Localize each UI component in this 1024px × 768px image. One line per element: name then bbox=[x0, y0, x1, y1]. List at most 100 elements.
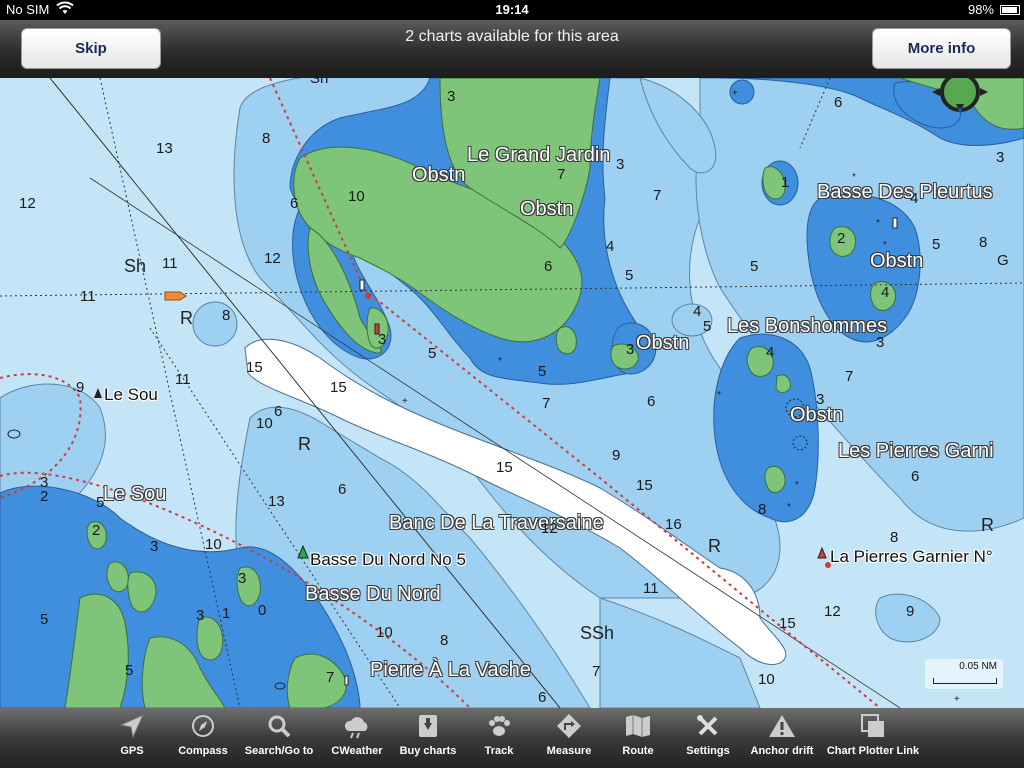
map-route-icon bbox=[624, 708, 652, 744]
depth-sounding: G bbox=[997, 252, 1009, 269]
measure-icon bbox=[556, 708, 582, 744]
depth-sounding: 12 bbox=[264, 250, 281, 267]
route-button[interactable]: Route bbox=[618, 708, 658, 768]
seabed-label: SSh bbox=[580, 623, 615, 643]
depth-sounding: 7 bbox=[326, 669, 335, 686]
depth-sounding: 6 bbox=[544, 258, 553, 275]
depth-sounding: 7 bbox=[592, 663, 601, 680]
skip-button[interactable]: Skip bbox=[21, 28, 161, 69]
buoy-label-le-sou: Le Sou bbox=[104, 385, 158, 404]
obstruction-label: Obstn bbox=[636, 332, 690, 354]
place-label-le-grand-jardin: Le Grand Jardin bbox=[467, 144, 611, 166]
depth-sounding: 3 bbox=[616, 156, 625, 173]
buoy-label-la-pierres-garnier: La Pierres Garnier N° bbox=[830, 547, 993, 566]
depth-sounding: 5 bbox=[932, 236, 941, 253]
tools-icon bbox=[695, 708, 721, 744]
depth-sounding: 8 bbox=[262, 130, 271, 147]
svg-text:*: * bbox=[498, 356, 502, 367]
seabed-label: R bbox=[298, 434, 311, 454]
more-info-button[interactable]: More info bbox=[872, 28, 1011, 69]
download-icon bbox=[415, 708, 441, 744]
depth-sounding: 3 bbox=[626, 341, 635, 358]
scale-label: 0.05 NM bbox=[959, 661, 997, 672]
depth-sounding: 3 bbox=[378, 331, 387, 348]
depth-sounding: 6 bbox=[834, 94, 843, 111]
battery-percentage: 98% bbox=[967, 2, 994, 17]
weather-cloud-icon bbox=[343, 708, 371, 744]
depth-sounding: 3 bbox=[196, 607, 205, 624]
depth-sounding: 6 bbox=[274, 403, 283, 420]
seabed-label: Sh bbox=[124, 256, 147, 276]
depth-sounding: 1 bbox=[781, 174, 790, 191]
gps-button[interactable]: GPS bbox=[112, 708, 152, 768]
depth-sounding: 8 bbox=[222, 307, 231, 324]
depth-sounding: 10 bbox=[256, 415, 273, 432]
svg-text:+: + bbox=[732, 88, 738, 99]
depth-sounding: 7 bbox=[845, 368, 854, 385]
depth-sounding: 12 bbox=[541, 520, 558, 537]
depth-sounding: 7 bbox=[557, 166, 566, 183]
depth-sounding: 15 bbox=[636, 477, 653, 494]
compass-button[interactable]: Compass bbox=[176, 708, 230, 768]
depth-sounding: 7 bbox=[542, 395, 551, 412]
depth-sounding: 5 bbox=[40, 611, 49, 628]
depth-sounding: 13 bbox=[156, 140, 173, 157]
depth-sounding: 0 bbox=[258, 602, 267, 619]
depth-sounding: 3 bbox=[238, 570, 247, 587]
depth-sounding: 16 bbox=[665, 516, 682, 533]
chart-plotter-link-button[interactable]: Chart Plotter Link bbox=[827, 708, 919, 768]
depth-sounding: 8 bbox=[979, 234, 988, 251]
depth-sounding: 5 bbox=[538, 363, 547, 380]
depth-sounding: 4 bbox=[693, 303, 702, 320]
buy-charts-button[interactable]: Buy charts bbox=[399, 708, 457, 768]
measure-button[interactable]: Measure bbox=[545, 708, 593, 768]
depth-sounding: 5 bbox=[625, 267, 634, 284]
place-label-pierre-a-la-vache: Pierre À La Vache bbox=[370, 659, 531, 681]
place-label-basse-des-pleurtus: Basse Des Pleurtus bbox=[817, 181, 993, 203]
place-label-les-bonshommes: Les Bonshommes bbox=[727, 315, 888, 337]
depth-sounding: 10 bbox=[758, 671, 775, 688]
seabed-label: R bbox=[708, 536, 721, 556]
depth-sounding: 11 bbox=[175, 371, 191, 388]
bottom-toolbar: GPS Compass Search/Go to CWeather Buy ch… bbox=[0, 708, 1024, 768]
settings-button[interactable]: Settings bbox=[684, 708, 732, 768]
depth-sounding: 1 bbox=[222, 605, 231, 622]
depth-sounding: 6 bbox=[338, 481, 347, 498]
depth-sounding: 8 bbox=[890, 529, 899, 546]
depth-sounding: 3 bbox=[150, 538, 159, 555]
anchor-drift-button[interactable]: Anchor drift bbox=[750, 708, 814, 768]
obstruction-label: Obstn bbox=[520, 198, 574, 220]
search-goto-button[interactable]: Search/Go to bbox=[245, 708, 313, 768]
depth-sounding: 2 bbox=[837, 230, 846, 247]
gps-arrow-icon bbox=[119, 708, 145, 744]
cweather-button[interactable]: CWeather bbox=[330, 708, 384, 768]
search-icon bbox=[266, 708, 292, 744]
depth-sounding: 12 bbox=[19, 195, 36, 212]
depth-sounding: 3 bbox=[816, 391, 825, 408]
depth-sounding: 9 bbox=[612, 447, 621, 464]
compass-rose-icon[interactable] bbox=[928, 78, 992, 118]
depth-sounding: 9 bbox=[76, 379, 85, 396]
seabed-label: R bbox=[981, 515, 994, 535]
depth-sounding: 5 bbox=[96, 494, 105, 511]
svg-text:*: * bbox=[717, 390, 721, 401]
svg-text:*: * bbox=[787, 502, 791, 513]
depth-sounding: 4 bbox=[606, 238, 615, 255]
depth-sounding: 10 bbox=[205, 536, 222, 553]
depth-sounding: 4 bbox=[881, 284, 890, 301]
depth-sounding: 11 bbox=[643, 580, 659, 597]
depth-sounding: 4 bbox=[766, 344, 775, 361]
place-label-les-pierres-garnier: Les Pierres Garni bbox=[838, 440, 994, 462]
place-label-le-sou: Le Sou bbox=[103, 483, 167, 505]
depth-sounding: 15 bbox=[330, 379, 347, 396]
depth-sounding: 5 bbox=[125, 662, 134, 679]
depth-sounding: 2 bbox=[40, 488, 49, 505]
depth-sounding: 9 bbox=[906, 603, 915, 620]
depth-sounding: 3 bbox=[876, 334, 885, 351]
depth-sounding: 4 bbox=[910, 190, 919, 207]
buoy-label-basse-du-nord-no5: Basse Du Nord No 5 bbox=[310, 550, 466, 569]
track-button[interactable]: Track bbox=[478, 708, 520, 768]
nautical-chart-map[interactable]: * * * * * * * + + + Le Grand Jardin Basse Des P… bbox=[0, 78, 1024, 708]
paw-print-icon bbox=[486, 708, 512, 744]
depth-sounding: Sh bbox=[310, 78, 329, 87]
